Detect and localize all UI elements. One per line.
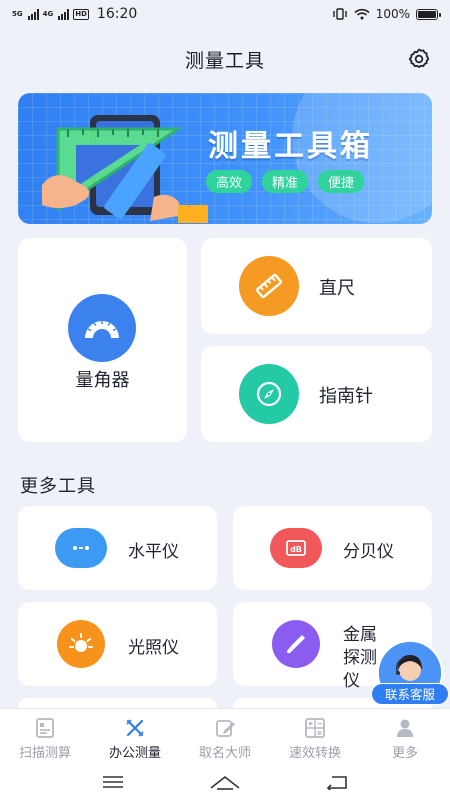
scan-icon — [33, 717, 57, 739]
svg-text:dB: dB — [290, 545, 302, 554]
level-icon — [55, 528, 107, 568]
header: 测量工具 — [0, 40, 450, 78]
banner-title: 测量工具箱 — [208, 129, 373, 164]
calculator-icon — [303, 717, 327, 739]
pen-icon — [213, 717, 237, 739]
tablet-ruler-illustration — [42, 115, 208, 223]
tab-label: 取名大师 — [198, 746, 251, 761]
home-icon[interactable] — [209, 774, 241, 790]
battery-percent: 100% — [375, 7, 410, 21]
banner-tag: 高效 — [206, 170, 253, 193]
system-nav-bar — [0, 764, 450, 800]
customer-service-label: 联系客服 — [371, 683, 449, 705]
sun-icon — [57, 620, 105, 668]
tab-label: 办公测量 — [108, 746, 161, 761]
decibel-label: 分贝仪 — [343, 542, 394, 562]
promo-banner[interactable]: 测量工具箱 高效 精准 便捷 — [18, 93, 432, 224]
decibel-card[interactable]: dB 分贝仪 — [233, 506, 432, 590]
compass-card[interactable]: 指南针 — [201, 346, 432, 442]
metal-detector-icon — [272, 620, 320, 668]
customer-service-button[interactable]: 联系客服 — [371, 640, 449, 710]
user-icon — [393, 717, 417, 739]
tab-label: 速效转换 — [288, 746, 341, 761]
light-meter-card[interactable]: 光照仪 — [18, 602, 217, 686]
protractor-icon — [68, 294, 136, 362]
wifi-icon — [354, 8, 370, 20]
network-type-b: 4G — [42, 9, 54, 18]
tab-scan[interactable]: 扫描测算 — [0, 709, 90, 764]
status-bar: 5G 4G HD 16:20 100% — [0, 0, 450, 28]
protractor-label: 量角器 — [75, 370, 130, 391]
banner-tag: 精准 — [262, 170, 309, 193]
signal-icon — [27, 8, 39, 20]
battery-icon — [416, 8, 441, 20]
compass-icon — [239, 364, 299, 424]
more-tools-title: 更多工具 — [20, 476, 96, 497]
decibel-icon: dB — [270, 528, 322, 568]
vibrate-icon — [332, 8, 347, 20]
hd-badge: HD — [73, 8, 89, 20]
tab-convert[interactable]: 速效转换 — [270, 709, 360, 764]
tab-office-measure[interactable]: 办公测量 — [90, 709, 180, 764]
settings-button[interactable] — [406, 46, 432, 72]
page-title: 测量工具 — [184, 49, 265, 72]
tab-label: 更多 — [391, 746, 418, 761]
menu-icon[interactable] — [102, 775, 124, 789]
compass-label: 指南针 — [319, 386, 373, 407]
light-meter-label: 光照仪 — [128, 638, 179, 658]
tab-label: 扫描测算 — [18, 746, 71, 761]
status-time: 16:20 — [96, 6, 138, 22]
back-icon[interactable] — [326, 774, 348, 790]
bottom-tab-bar: 扫描测算 办公测量 取名大师 速效转换 更多 — [0, 708, 450, 764]
tab-naming[interactable]: 取名大师 — [180, 709, 270, 764]
protractor-card[interactable]: 量角器 — [18, 238, 187, 442]
network-type-a: 5G — [12, 9, 23, 18]
ruler-card[interactable]: 直尺 — [201, 238, 432, 334]
tab-more[interactable]: 更多 — [360, 709, 450, 764]
gear-icon — [408, 48, 430, 68]
banner-tags: 高效 精准 便捷 — [206, 170, 365, 193]
banner-tag: 便捷 — [318, 170, 365, 193]
ruler-label: 直尺 — [319, 278, 355, 299]
measure-icon — [123, 717, 147, 739]
level-label: 水平仪 — [128, 542, 179, 562]
signal-icon-2 — [58, 8, 70, 20]
level-card[interactable]: 水平仪 — [18, 506, 217, 590]
ruler-icon — [239, 256, 299, 316]
